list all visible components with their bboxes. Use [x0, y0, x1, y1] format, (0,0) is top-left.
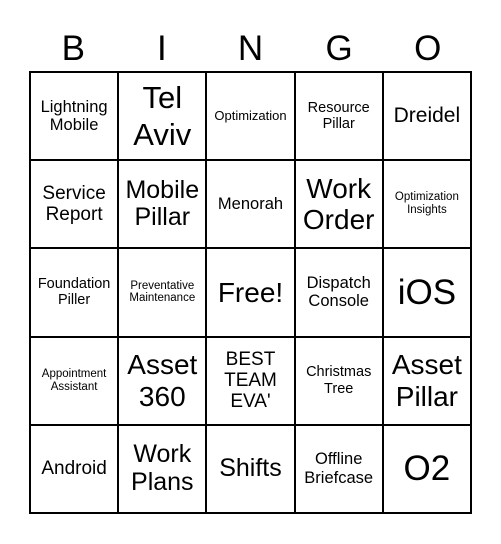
bingo-cell[interactable]: Menorah — [207, 161, 294, 248]
bingo-cell[interactable]: Asset 360 — [119, 337, 206, 424]
bingo-cell[interactable]: Service Report — [31, 161, 118, 248]
free-space-cell[interactable]: Free! — [207, 249, 294, 336]
header-letter-i: I — [157, 29, 167, 68]
header-letter-g: G — [325, 29, 353, 68]
bingo-cell[interactable]: Work Order — [295, 161, 382, 248]
bingo-cell[interactable]: Optimization — [207, 73, 294, 160]
bingo-cell[interactable]: Foundation Piller — [31, 249, 118, 336]
bingo-cell[interactable]: Dispatch Console — [295, 249, 382, 336]
header-letter-b: B — [61, 29, 85, 68]
bingo-cell[interactable]: Lightning Mobile — [31, 73, 118, 160]
bingo-cell[interactable]: Appointment Assistant — [31, 337, 118, 424]
bingo-cell[interactable]: BEST TEAM EVA' — [207, 337, 294, 424]
bingo-cell[interactable]: Shifts — [207, 425, 294, 512]
bingo-cell[interactable]: iOS — [383, 249, 470, 336]
bingo-cell[interactable]: Android — [31, 425, 118, 512]
bingo-cell[interactable]: Optimization Insights — [383, 161, 470, 248]
bingo-board: Lightning Mobile Tel Aviv Optimization R… — [29, 71, 472, 514]
bingo-cell[interactable]: Dreidel — [383, 73, 470, 160]
bingo-cell[interactable]: Work Plans — [119, 425, 206, 512]
bingo-cell[interactable]: Mobile Pillar — [119, 161, 206, 248]
bingo-cell[interactable]: Resource Pillar — [295, 73, 382, 160]
header-letter-o: O — [414, 29, 442, 68]
bingo-header: B I N G O — [29, 26, 472, 72]
header-letter-n: N — [237, 29, 264, 68]
bingo-cell[interactable]: Tel Aviv — [119, 73, 206, 160]
bingo-cell[interactable]: O2 — [383, 425, 470, 512]
bingo-cell[interactable]: Christmas Tree — [295, 337, 382, 424]
bingo-cell[interactable]: Preventative Maintenance — [119, 249, 206, 336]
bingo-cell[interactable]: Offline Briefcase — [295, 425, 382, 512]
bingo-cell[interactable]: Asset Pillar — [383, 337, 470, 424]
